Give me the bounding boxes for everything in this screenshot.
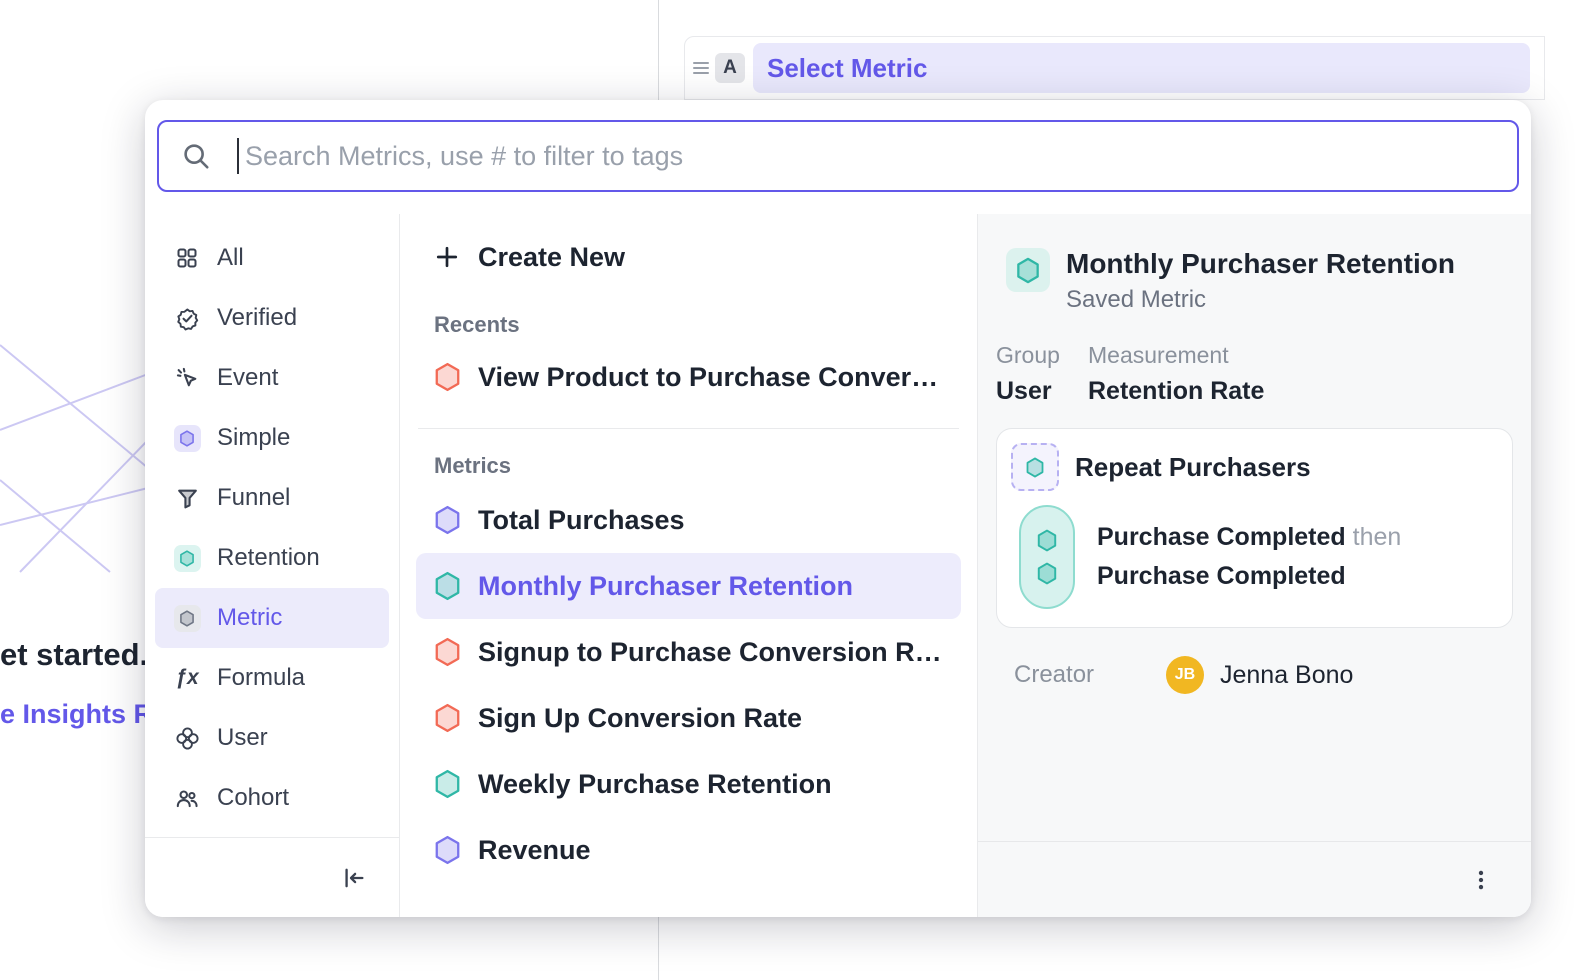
sidebar-item-all[interactable]: All — [155, 228, 389, 288]
more-options-icon[interactable] — [1463, 862, 1499, 898]
sidebar-item-retention[interactable]: Retention — [155, 528, 389, 588]
metric-picker-modal: All Verified Event — [145, 100, 1531, 917]
sidebar-item-funnel[interactable]: Funnel — [155, 468, 389, 528]
detail-title: Monthly Purchaser Retention — [1066, 248, 1455, 280]
sidebar-item-user[interactable]: User — [155, 708, 389, 768]
search-icon — [181, 141, 211, 171]
grid-icon — [173, 244, 201, 272]
recents-section-header: Recents — [400, 312, 977, 338]
step-hexagon-icon — [1036, 562, 1058, 585]
metric-label: Total Purchases — [478, 505, 685, 536]
plus-icon — [432, 242, 462, 272]
search-bar[interactable] — [157, 120, 1519, 192]
sidebar-item-label: User — [217, 724, 268, 752]
metric-definition-card: Repeat Purchasers Purchase Completed the… — [996, 428, 1513, 628]
metric-label: Signup to Purchase Conversion Rate — [478, 637, 945, 668]
metric-toolbar: A Select Metric — [684, 36, 1545, 100]
metric-list-item[interactable]: Signup to Purchase Conversion Rate — [416, 619, 961, 685]
creator-label: Creator — [1014, 661, 1166, 689]
funnel-icon — [173, 484, 201, 512]
sidebar-item-label: Simple — [217, 424, 290, 452]
sidebar-item-label: All — [217, 244, 244, 272]
step-connector: then — [1353, 523, 1402, 551]
sidebar-item-metric[interactable]: Metric — [155, 588, 389, 648]
collapse-sidebar-icon[interactable] — [335, 860, 371, 896]
sidebar-item-label: Formula — [217, 664, 305, 692]
hexagon-metric-icon — [432, 362, 462, 392]
retention-hexagon-icon — [173, 544, 201, 572]
sidebar-item-label: Event — [217, 364, 278, 392]
measurement-label: Measurement — [1088, 342, 1264, 369]
series-a-badge[interactable]: A — [715, 53, 745, 83]
group-label: Group — [996, 342, 1062, 369]
search-input[interactable] — [239, 141, 1517, 172]
metric-label: Revenue — [478, 835, 591, 866]
hexagon-metric-icon — [432, 505, 462, 535]
step-one: Purchase Completed then — [1097, 523, 1401, 552]
hexagon-metric-icon — [432, 637, 462, 667]
decorative-chart-lines — [0, 290, 160, 590]
user-flower-icon — [173, 724, 201, 752]
measurement-value: Retention Rate — [1088, 377, 1264, 406]
sidebar-item-event[interactable]: Event — [155, 348, 389, 408]
create-new-button[interactable]: Create New — [416, 226, 961, 288]
metric-label: Monthly Purchaser Retention — [478, 571, 853, 602]
retention-steps-pill — [1019, 505, 1075, 609]
metric-label: Sign Up Conversion Rate — [478, 703, 802, 734]
behavior-hexagon-icon — [1011, 443, 1059, 491]
verified-badge-icon — [173, 304, 201, 332]
detail-meta: Group User Measurement Retention Rate — [996, 342, 1513, 406]
sidebar-item-label: Retention — [217, 544, 320, 572]
hexagon-metric-icon — [432, 769, 462, 799]
avatar: JB — [1166, 656, 1204, 694]
sidebar-item-label: Cohort — [217, 784, 289, 812]
background-headline-fragment: et started. — [0, 637, 148, 673]
filter-sidebar: All Verified Event — [145, 214, 400, 917]
sidebar-item-label: Metric — [217, 604, 282, 632]
hexagon-metric-icon — [432, 571, 462, 601]
cohort-people-icon — [173, 784, 201, 812]
cursor-click-icon — [173, 364, 201, 392]
sidebar-item-formula[interactable]: ƒx Formula — [155, 648, 389, 708]
metric-list-item[interactable]: Total Purchases — [416, 487, 961, 553]
hexagon-metric-icon — [432, 703, 462, 733]
metrics-section-header: Metrics — [400, 453, 977, 479]
metric-list-item[interactable]: Weekly Purchase Retention — [416, 751, 961, 817]
group-value: User — [996, 377, 1062, 406]
metric-list-item-selected[interactable]: Monthly Purchaser Retention — [416, 553, 961, 619]
list-divider — [418, 428, 959, 429]
recent-metric-item[interactable]: View Product to Purchase Conversi... — [416, 346, 961, 408]
simple-hexagon-icon — [173, 424, 201, 452]
creator-row: Creator JB Jenna Bono — [996, 656, 1513, 694]
metric-hexagon-icon — [173, 604, 201, 632]
hexagon-metric-icon — [432, 835, 462, 865]
create-new-label: Create New — [478, 242, 625, 273]
behavior-title: Repeat Purchasers — [1075, 452, 1311, 483]
select-metric-label: Select Metric — [767, 53, 927, 84]
sidebar-item-cohort[interactable]: Cohort — [155, 768, 389, 828]
metric-detail-panel: Monthly Purchaser Retention Saved Metric… — [978, 214, 1531, 917]
metric-label: Weekly Purchase Retention — [478, 769, 832, 800]
step-hexagon-icon — [1036, 529, 1058, 552]
creator-name: Jenna Bono — [1220, 661, 1353, 690]
metric-list-item[interactable]: Sign Up Conversion Rate — [416, 685, 961, 751]
sidebar-item-simple[interactable]: Simple — [155, 408, 389, 468]
metric-list-item[interactable]: Revenue — [416, 817, 961, 883]
insights-report-link-fragment[interactable]: e Insights Re — [0, 699, 168, 730]
recent-metric-label: View Product to Purchase Conversi... — [478, 362, 945, 393]
retention-metric-icon — [1006, 248, 1050, 292]
step-two: Purchase Completed — [1097, 562, 1401, 591]
sidebar-footer — [145, 837, 399, 917]
formula-fx-icon: ƒx — [173, 664, 201, 692]
detail-footer — [978, 841, 1531, 917]
drag-handle-icon[interactable] — [693, 62, 709, 74]
select-metric-button[interactable]: Select Metric — [753, 43, 1530, 93]
sidebar-item-label: Verified — [217, 304, 297, 332]
sidebar-item-label: Funnel — [217, 484, 290, 512]
detail-subtitle: Saved Metric — [1066, 286, 1455, 314]
metric-list-panel: Create New Recents View Product to Purch… — [400, 214, 978, 917]
sidebar-item-verified[interactable]: Verified — [155, 288, 389, 348]
